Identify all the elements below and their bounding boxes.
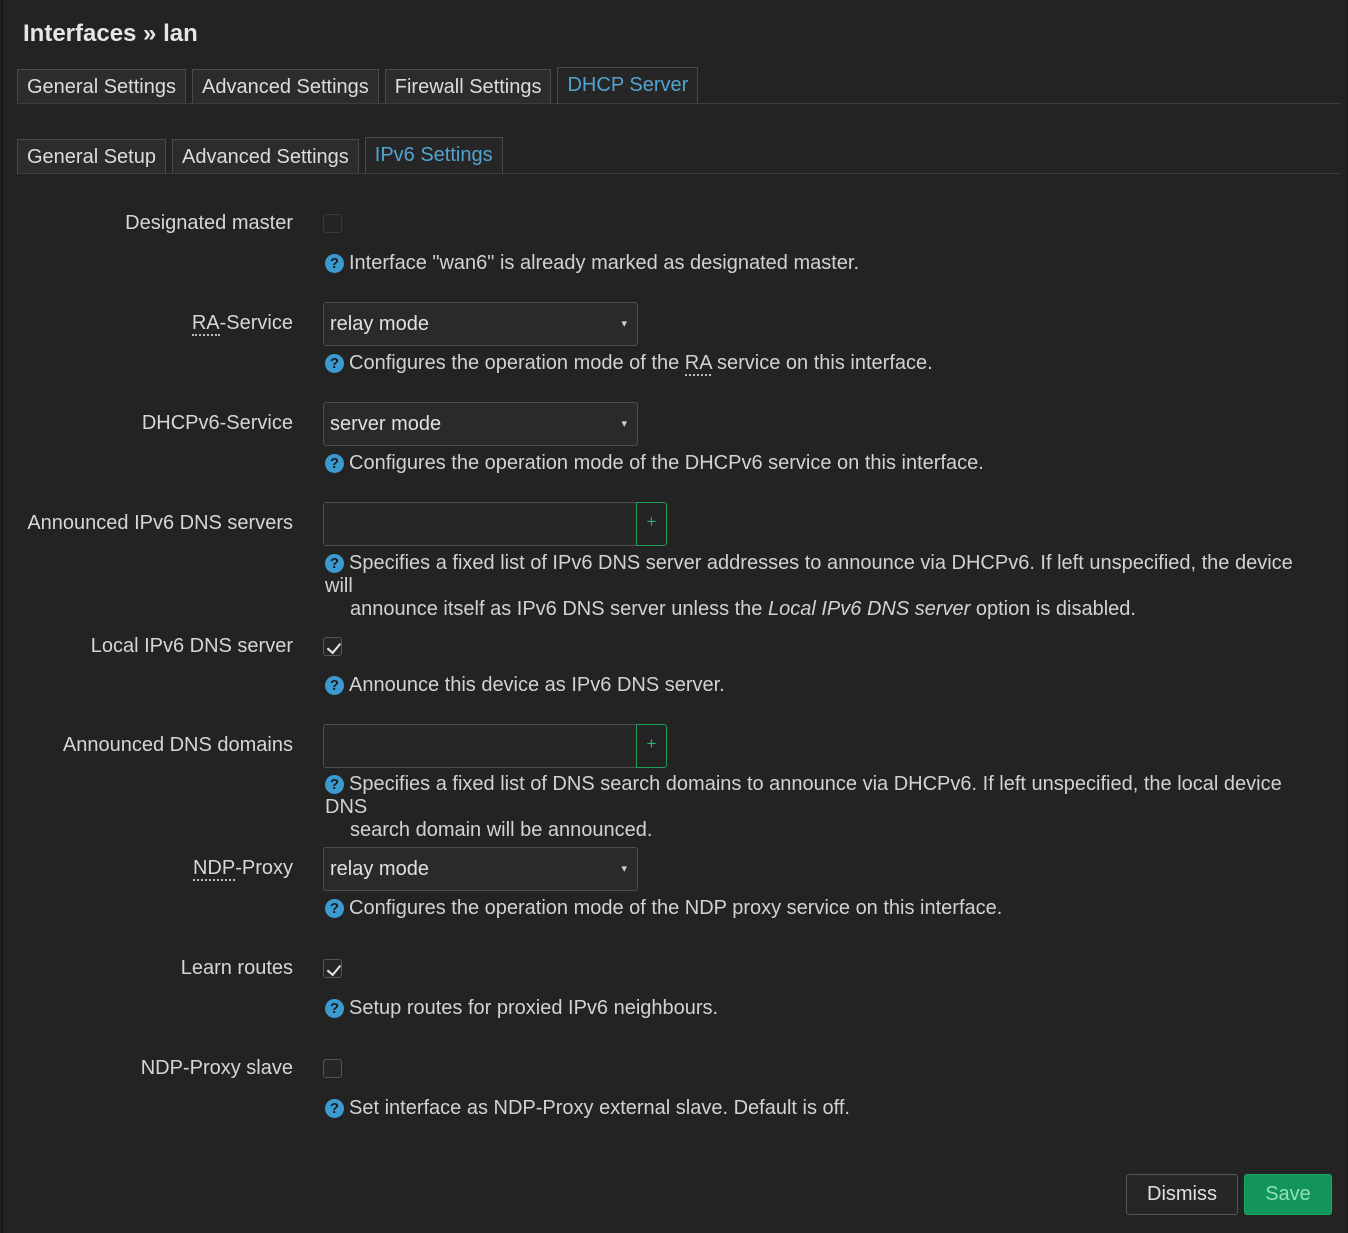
ndp-proxy-select[interactable]: relay mode ▾: [323, 847, 638, 891]
local-dns-help: ? Announce this device as IPv6 DNS server…: [325, 674, 1325, 697]
ndp-proxy-slave-help: ? Set interface as NDP-Proxy external sla…: [325, 1097, 1325, 1120]
help-icon: ?: [325, 999, 344, 1018]
chevron-down-icon: ▾: [621, 863, 627, 875]
dismiss-button[interactable]: Dismiss: [1126, 1174, 1238, 1215]
modal: Interfaces » lan General Settings Advanc…: [2, 0, 1347, 1233]
check-icon: [326, 639, 342, 655]
designated-master-help: ? Interface "wan6" is already marked as d…: [325, 252, 1325, 275]
learn-routes-checkbox[interactable]: [323, 959, 342, 978]
dns-servers-input[interactable]: [323, 502, 636, 546]
dns-domains-label: Announced DNS domains: [62, 734, 293, 756]
dns-servers-label: Announced IPv6 DNS servers: [27, 512, 293, 534]
dns-domains-list: +: [323, 724, 667, 768]
ndp-proxy-slave-label: NDP-Proxy slave: [140, 1057, 293, 1079]
chevron-down-icon: ▾: [621, 318, 627, 330]
sub-tabs: General Setup Advanced Settings IPv6 Set…: [17, 137, 1341, 173]
designated-master-label: Designated master: [125, 212, 293, 234]
save-button[interactable]: Save: [1244, 1174, 1332, 1215]
dns-domains-add-button[interactable]: +: [636, 724, 667, 768]
ra-service-label: RA-Service: [191, 312, 293, 336]
learn-routes-help: ? Setup routes for proxied IPv6 neighbour…: [325, 997, 1325, 1020]
ra-service-help: ? Configures the operation mode of the RA…: [325, 352, 1325, 376]
subtab-ipv6-settings[interactable]: IPv6 Settings: [364, 137, 503, 173]
help-icon: ?: [325, 775, 344, 794]
tab-advanced-settings[interactable]: Advanced Settings: [191, 69, 379, 103]
help-icon: ?: [325, 1099, 344, 1118]
dhcpv6-service-select[interactable]: server mode ▾: [323, 402, 638, 446]
ndp-proxy-slave-checkbox[interactable]: [323, 1059, 342, 1078]
help-icon: ?: [325, 676, 344, 695]
main-tabs: General Settings Advanced Settings Firew…: [17, 67, 1341, 103]
dhcpv6-service-label: DHCPv6-Service: [141, 412, 293, 434]
tab-dhcp-server[interactable]: DHCP Server: [557, 67, 699, 103]
learn-routes-label: Learn routes: [180, 957, 293, 979]
subtab-advanced-settings[interactable]: Advanced Settings: [171, 139, 359, 173]
designated-master-checkbox[interactable]: [323, 214, 342, 233]
ndp-proxy-label: NDP-Proxy: [192, 857, 293, 881]
check-icon: [326, 961, 342, 977]
dns-domains-help: ? Specifies a fixed list of DNS search do…: [325, 773, 1282, 841]
help-icon: ?: [325, 554, 344, 573]
page-title: Interfaces » lan: [23, 20, 198, 47]
help-icon: ?: [325, 354, 344, 373]
dns-servers-help: ? Specifies a fixed list of IPv6 DNS serv…: [325, 552, 1293, 620]
tab-firewall-settings[interactable]: Firewall Settings: [384, 69, 552, 103]
local-dns-label: Local IPv6 DNS server: [90, 635, 293, 657]
ndp-proxy-help: ? Configures the operation mode of the ND…: [325, 897, 1325, 920]
local-dns-checkbox[interactable]: [323, 637, 342, 656]
tab-general-settings[interactable]: General Settings: [17, 69, 186, 103]
dns-domains-input[interactable]: [323, 724, 636, 768]
help-icon: ?: [325, 899, 344, 918]
help-icon: ?: [325, 454, 344, 473]
chevron-down-icon: ▾: [621, 418, 627, 430]
help-icon: ?: [325, 254, 344, 273]
dns-servers-add-button[interactable]: +: [636, 502, 667, 546]
dhcpv6-service-help: ? Configures the operation mode of the DH…: [325, 452, 1325, 475]
ra-service-select[interactable]: relay mode ▾: [323, 302, 638, 346]
subtab-general-setup[interactable]: General Setup: [17, 139, 166, 173]
dns-servers-list: +: [323, 502, 667, 546]
